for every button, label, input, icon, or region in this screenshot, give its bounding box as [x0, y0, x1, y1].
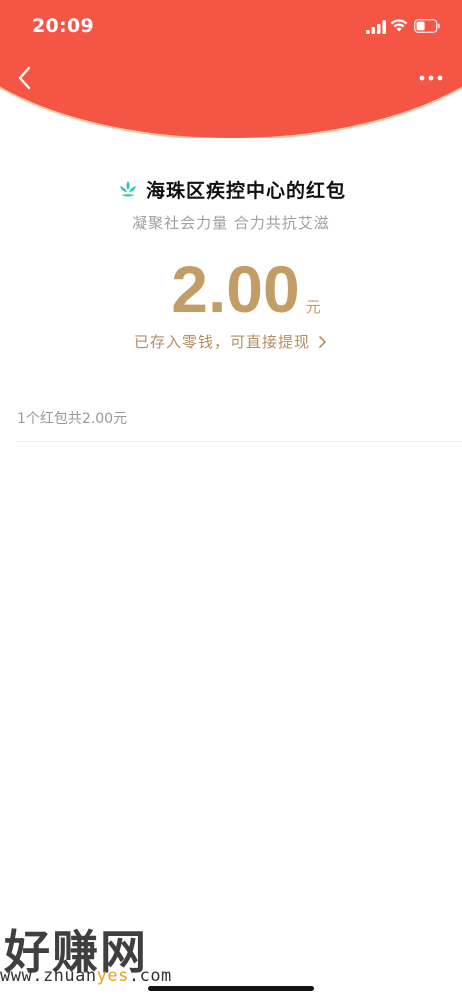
more-options-button[interactable] — [414, 68, 448, 88]
sender-name: 海珠区疾控中心的红包 — [145, 179, 346, 202]
watermark-url: www.zhuanyes.com — [0, 966, 172, 986]
status-time: 20:09 — [32, 15, 94, 37]
wifi-icon — [390, 19, 408, 32]
cellular-signal-icon — [366, 20, 386, 34]
battery-icon — [414, 19, 440, 33]
red-packet-detail-screen: 20:09 海珠区疾控中心的红包 凝聚社会力量 合力共抗艾滋 2.00 元 已存… — [0, 0, 462, 1000]
back-button[interactable] — [12, 62, 40, 94]
chevron-left-icon — [18, 66, 31, 90]
status-bar: 20:09 — [0, 0, 462, 54]
watermark-url-prefix: www.zhuan — [0, 966, 97, 986]
watermark-url-suffix: .com — [128, 966, 172, 986]
chevron-right-icon — [319, 335, 326, 348]
divider — [17, 441, 462, 442]
watermark-url-highlight: yes — [96, 966, 129, 986]
amount-value: 2.00 — [171, 252, 300, 326]
withdraw-link[interactable]: 已存入零钱，可直接提现 — [0, 331, 462, 352]
more-horizontal-icon — [419, 75, 443, 81]
packet-summary: 1个红包共2.00元 — [17, 411, 128, 427]
blessing-text: 凝聚社会力量 合力共抗艾滋 — [132, 214, 330, 232]
stored-notice-text: 已存入零钱，可直接提现 — [133, 333, 310, 351]
amount-unit: 元 — [305, 298, 321, 316]
amount-row: 2.00 元 — [0, 246, 462, 332]
sender-logo-icon — [119, 181, 136, 197]
sender-row: 海珠区疾控中心的红包 — [0, 172, 462, 206]
home-indicator[interactable] — [148, 986, 314, 991]
